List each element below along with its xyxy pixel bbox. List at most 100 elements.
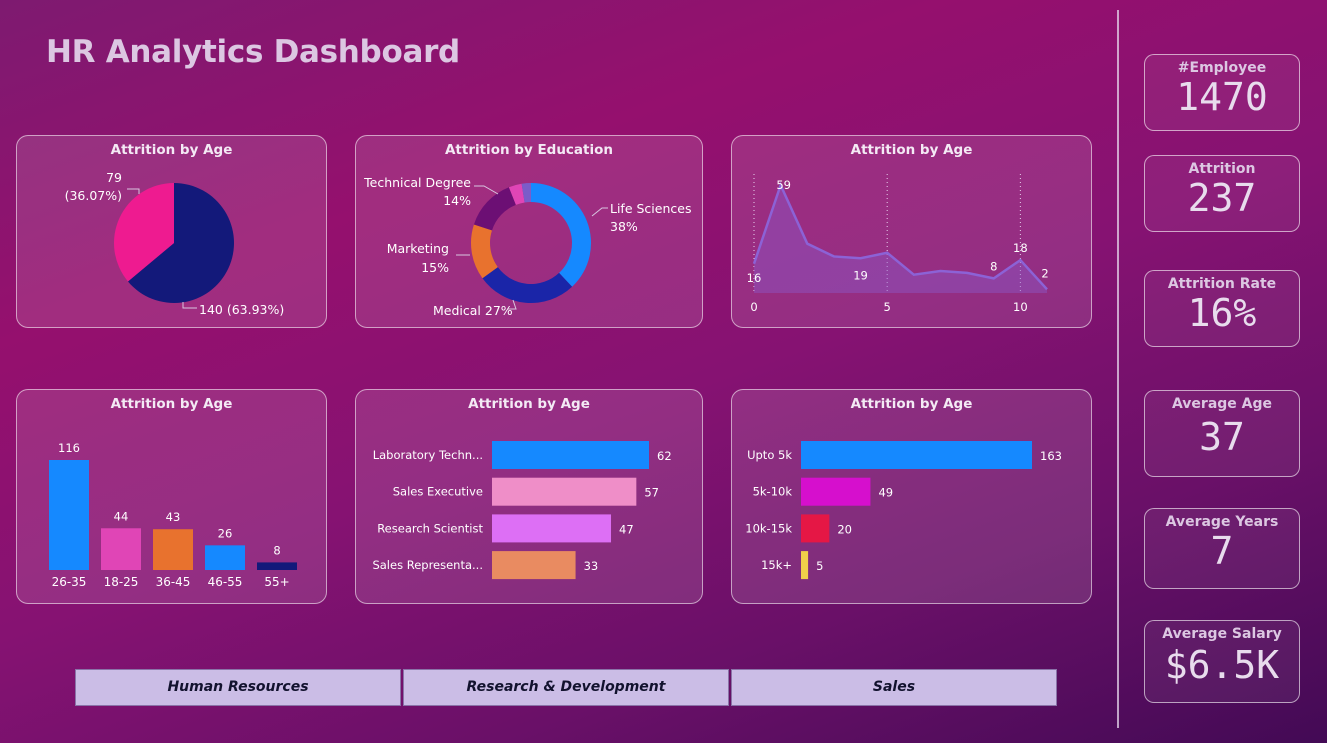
kpi-value: 16% — [1187, 291, 1257, 335]
page-title: HR Analytics Dashboard — [46, 34, 460, 70]
kpi-attrition-rate: Attrition Rate 16% — [1144, 270, 1300, 347]
hbar-value-label: 49 — [878, 486, 893, 500]
education-donut-chart: Life Sciences 38% Medical 27% Marketing 15% T… — [363, 175, 691, 318]
hbar — [492, 514, 612, 543]
column-category-label: 18-25 — [104, 575, 139, 589]
kpi-average-age: Average Age 37 — [1144, 390, 1300, 477]
hbar-category-label: 10k-15k — [745, 521, 792, 535]
kpi-attrition: Attrition 237 — [1144, 155, 1300, 232]
column-value-label: 43 — [166, 510, 181, 524]
area-data-label: 2 — [1041, 266, 1048, 280]
pie-data-label: 79 — [106, 170, 122, 185]
hbar-value-label: 47 — [619, 522, 634, 536]
hbar-category-label: 15k+ — [761, 558, 792, 572]
jobrole-bar-chart: Laboratory Techn... 62 Sales Executive 57 Re… — [372, 441, 672, 580]
column-category-label: 55+ — [264, 575, 289, 589]
donut-data-label: Life Sciences — [610, 201, 691, 216]
donut-segment — [473, 187, 516, 231]
hbar-category-label: Upto 5k — [747, 448, 792, 462]
kpi-label: Average Age — [1171, 396, 1273, 412]
kpi-average-years: Average Years 7 — [1144, 508, 1300, 589]
hbar-category-label: Laboratory Techn... — [373, 448, 483, 462]
hbar-value-label: 33 — [584, 559, 599, 573]
hbar-category-label: Sales Executive — [393, 485, 483, 499]
donut-data-label: 38% — [610, 219, 638, 234]
kpi-average-salary: Average Salary $6.5K — [1144, 620, 1300, 703]
column-bar — [153, 529, 193, 570]
donut-data-label: Medical 27% — [433, 303, 513, 318]
hbar-category-label: Research Scientist — [377, 521, 483, 535]
hbar-category-label: Sales Representa... — [372, 558, 483, 572]
slicer-human-resources[interactable]: Human Resources — [75, 669, 401, 706]
column-category-label: 46-55 — [208, 575, 243, 589]
kpi-label: Attrition — [1188, 161, 1256, 177]
hbar-value-label: 57 — [644, 486, 659, 500]
area-data-label: 19 — [853, 268, 868, 282]
column-category-label: 26-35 — [52, 575, 87, 589]
column-value-label: 8 — [273, 543, 280, 557]
pie-leader-line — [127, 188, 140, 194]
column-value-label: 44 — [114, 509, 129, 523]
hbar — [492, 551, 576, 580]
area-x-tick-label: 10 — [1013, 300, 1028, 314]
vertical-divider — [1117, 10, 1119, 728]
salary-bar-card[interactable]: Attrition by Age Upto 5k 163 5k-10k 49 10k-1… — [731, 389, 1092, 604]
pie-data-label: (36.07%) — [65, 188, 122, 203]
kpi-value: 37 — [1199, 415, 1245, 459]
hbar — [801, 477, 871, 506]
area-data-label: 59 — [776, 178, 791, 192]
kpi-employee-count: #Employee 1470 — [1144, 54, 1300, 131]
column-bar — [101, 528, 141, 570]
column-category-label: 36-45 — [156, 575, 191, 589]
hbar — [492, 477, 637, 506]
kpi-label: Average Salary — [1162, 626, 1282, 642]
education-donut-card[interactable]: Attrition by Education Life Sciences 38% M… — [355, 135, 703, 328]
kpi-value: 237 — [1187, 176, 1257, 220]
donut-segment — [531, 183, 591, 287]
age-area-chart: 16 59 19 8 18 2 0 5 10 — [747, 174, 1049, 314]
kpi-label: #Employee — [1177, 60, 1267, 76]
pie-leader-line — [182, 302, 197, 309]
hbar — [801, 551, 809, 580]
area-x-tick-label: 5 — [884, 300, 891, 314]
hbar — [801, 441, 1032, 469]
hbar — [492, 441, 649, 469]
area-x-tick-label: 0 — [750, 300, 757, 314]
kpi-value: 7 — [1210, 529, 1234, 573]
slicer-research-development[interactable]: Research & Development — [403, 669, 729, 706]
area-data-label: 18 — [1013, 241, 1028, 255]
hbar-value-label: 20 — [837, 522, 852, 536]
pie-data-label: 140 (63.93%) — [199, 302, 284, 317]
donut-data-label: Technical Degree — [363, 175, 471, 190]
column-bar — [257, 562, 297, 570]
attrition-pie-chart: 140 (63.93%) 79 (36.07%) — [65, 170, 285, 317]
area-data-label: 8 — [990, 259, 997, 273]
slicer-sales[interactable]: Sales — [731, 669, 1057, 706]
hbar-value-label: 163 — [1040, 449, 1062, 463]
kpi-value: 1470 — [1176, 75, 1268, 119]
hbar-value-label: 62 — [657, 449, 672, 463]
area-fill — [754, 185, 1047, 293]
column-value-label: 116 — [58, 441, 80, 455]
jobrole-bar-card[interactable]: Attrition by Age Laboratory Techn... 62 Sa… — [355, 389, 703, 604]
hbar — [801, 514, 830, 543]
salary-bar-chart: Upto 5k 163 5k-10k 49 10k-15k 20 15k+ 5 — [745, 441, 1062, 580]
donut-leader-line — [474, 185, 499, 195]
donut-data-label: Marketing — [387, 241, 449, 256]
hbar-value-label: 5 — [816, 559, 823, 573]
kpi-label: Attrition Rate — [1167, 276, 1277, 292]
age-column-chart: 116 26-35 44 18-25 43 36-45 26 46-55 8 55+ — [49, 441, 297, 589]
age-area-card[interactable]: Attrition by Age 16 59 19 8 18 2 0 5 10 — [731, 135, 1092, 328]
donut-segment — [482, 267, 573, 303]
kpi-label: Average Years — [1165, 514, 1279, 530]
area-data-label: 16 — [747, 271, 762, 285]
donut-leader-line — [591, 207, 608, 217]
attrition-pie-card[interactable]: Attrition by Age 140 (63.93%) 79 (36.07%) — [16, 135, 327, 328]
kpi-value: $6.5K — [1164, 643, 1280, 687]
column-value-label: 26 — [218, 526, 233, 540]
column-bar — [49, 460, 89, 570]
column-bar — [205, 545, 245, 570]
hbar-category-label: 5k-10k — [753, 485, 793, 499]
age-column-card[interactable]: Attrition by Age 116 26-35 44 18-25 43 36-45 2… — [16, 389, 327, 604]
donut-data-label: 14% — [443, 193, 471, 208]
